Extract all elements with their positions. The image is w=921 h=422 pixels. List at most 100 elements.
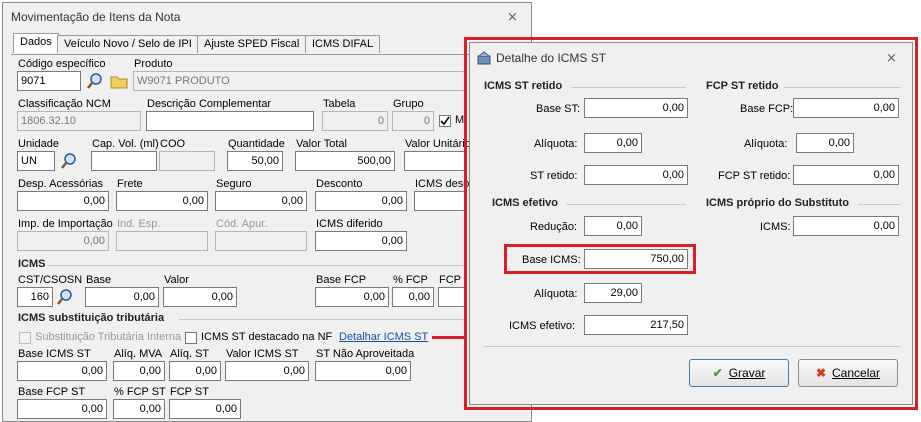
subst-interna-checkbox[interactable]	[19, 332, 31, 344]
imp-input[interactable]: 0,00	[17, 231, 109, 251]
pfcpst-input[interactable]: 0,00	[113, 399, 165, 419]
reducao-label: Redução:	[530, 221, 578, 233]
folder-icon[interactable]	[109, 71, 129, 91]
aliquota-label: Alíquota:	[534, 138, 578, 150]
icmsdesc-label: ICMS deso	[415, 178, 470, 190]
pfcp-input[interactable]: 0,00	[392, 287, 434, 307]
base-input[interactable]: 0,00	[85, 287, 159, 307]
connector-line	[432, 336, 466, 339]
main-window: Movimentação de Itens da Nota ⨯ Dados Ve…	[2, 2, 532, 422]
desconto-input[interactable]: 0,00	[315, 191, 407, 211]
ncm-input[interactable]: 1806.32.10	[17, 111, 141, 131]
cst-input[interactable]: 160	[17, 287, 53, 307]
tab-dados[interactable]: Dados	[13, 33, 59, 53]
qtd-input[interactable]: 50,00	[227, 151, 283, 171]
tab-veiculo[interactable]: Veículo Novo / Selo de IPI	[57, 35, 199, 53]
tab-ajuste-sped[interactable]: Ajuste SPED Fiscal	[197, 35, 307, 53]
main-close-icon[interactable]: ⨯	[507, 9, 518, 25]
cancelar-button[interactable]: ✖ Cancelar	[798, 359, 898, 387]
icmsdif-label: ICMS diferido	[316, 218, 383, 230]
dialog-app-icon	[476, 50, 492, 69]
base-st-input[interactable]: 0,00	[584, 98, 688, 118]
grupo-input[interactable]: 0	[392, 111, 434, 131]
baseicmsst-input[interactable]: 0,00	[17, 361, 107, 381]
valor-input[interactable]: 0,00	[163, 287, 237, 307]
produto-label: Produto	[134, 58, 173, 70]
fcp-st-retido-input[interactable]: 0,00	[793, 165, 899, 185]
gravar-button[interactable]: ✔ Gravar	[689, 359, 789, 387]
codigo-input[interactable]: 9071	[17, 71, 81, 91]
valoricmsst-input[interactable]: 0,00	[225, 361, 309, 381]
baseicmsst-label: Base ICMS ST	[18, 348, 91, 360]
base-fcp-input[interactable]: 0,00	[793, 98, 899, 118]
qtd-label: Quantidade	[228, 138, 285, 150]
dialog-close-icon[interactable]: ⨯	[886, 50, 897, 66]
valoricmsst-label: Valor ICMS ST	[226, 348, 299, 360]
desp-input[interactable]: 0,00	[17, 191, 109, 211]
grupo-label: Grupo	[393, 98, 424, 110]
icms-efetivo-title: ICMS efetivo	[492, 197, 559, 209]
seguro-label: Seguro	[216, 178, 252, 190]
icms-efetivo-input[interactable]: 217,50	[584, 315, 688, 335]
icms-input[interactable]: 0,00	[793, 216, 899, 236]
frete-input[interactable]: 0,00	[116, 191, 208, 211]
vunit-input[interactable]	[404, 151, 466, 171]
cancelar-label: Cancelar	[832, 366, 881, 380]
unidade-input[interactable]: UN	[17, 151, 55, 171]
detalhar-icms-st-link[interactable]: Detalhar ICMS ST	[339, 331, 428, 343]
produto-input[interactable]: W9071 PRODUTO	[133, 71, 465, 91]
codapur-input[interactable]	[215, 231, 307, 251]
tab-strip: Dados Veículo Novo / Selo de IPI Ajuste …	[11, 33, 531, 55]
tabela-label: Tabela	[323, 98, 356, 110]
aliqmva-label: Alíq. MVA	[114, 348, 163, 360]
coo-input[interactable]	[159, 151, 215, 171]
icmsdesc-input[interactable]	[414, 191, 466, 211]
search-icon[interactable]	[85, 71, 105, 91]
cancel-icon: ✖	[815, 366, 827, 380]
search-icon[interactable]	[55, 287, 75, 307]
fcp-input[interactable]	[438, 287, 466, 307]
aliqmva-input[interactable]: 0,00	[113, 361, 165, 381]
pfcpst-label: % FCP ST	[114, 386, 166, 398]
tabela-input[interactable]: 0	[322, 111, 388, 131]
desc-input[interactable]	[146, 111, 314, 131]
base-icms-input[interactable]: 750,00	[584, 249, 688, 269]
icms-label: ICMS:	[760, 221, 791, 233]
icmsst-nf-label: ICMS ST destacado na NF	[201, 331, 333, 343]
basefcpst-input[interactable]: 0,00	[17, 399, 107, 419]
st-retido-label: ST retido:	[530, 170, 578, 182]
ncm-label: Classificação NCM	[18, 98, 111, 110]
icmsst-nf-checkbox[interactable]	[185, 332, 197, 344]
gravar-label: Gravar	[728, 366, 766, 380]
icms-efetivo-divider	[566, 204, 686, 205]
stnaoaprov-input[interactable]: 0,00	[315, 361, 411, 381]
tab-icms-difal[interactable]: ICMS DIFAL	[305, 35, 381, 53]
cst-label: CST/CSOSN	[18, 274, 83, 286]
icms-proprio-divider	[858, 204, 900, 205]
vtotal-input[interactable]: 500,00	[295, 151, 395, 171]
aliquota-input[interactable]: 0,00	[584, 133, 642, 153]
capvol-input[interactable]	[91, 151, 157, 171]
aliqst-input[interactable]: 0,00	[169, 361, 221, 381]
base-label: Base	[86, 274, 112, 286]
aliquota3-input[interactable]: 29,00	[584, 283, 642, 303]
aliqst-label: Alíq. ST	[170, 348, 210, 360]
base-st-label: Base ST:	[536, 103, 581, 115]
seguro-input[interactable]: 0,00	[215, 191, 307, 211]
fcpst-label: FCP ST	[170, 386, 209, 398]
indesp-input[interactable]	[116, 231, 208, 251]
basefcp-input[interactable]: 0,00	[315, 287, 389, 307]
reducao-input[interactable]: 0,00	[584, 216, 642, 236]
aliquota2-input[interactable]: 0,00	[796, 133, 854, 153]
aliquota3-label: Alíquota:	[534, 288, 578, 300]
fcpst-input[interactable]: 0,00	[169, 399, 241, 419]
basefcp-label: Base FCP	[316, 274, 367, 286]
codapur-label: Cód. Apur.	[216, 218, 268, 230]
search-icon[interactable]	[59, 151, 79, 171]
icmsdif-input[interactable]: 0,00	[315, 231, 407, 251]
fcp-label: FCP	[439, 274, 461, 286]
m-checkbox[interactable]	[439, 115, 451, 127]
basefcpst-label: Base FCP ST	[18, 386, 86, 398]
base-icms-label: Base ICMS:	[522, 254, 581, 266]
st-retido-input[interactable]: 0,00	[584, 165, 688, 185]
